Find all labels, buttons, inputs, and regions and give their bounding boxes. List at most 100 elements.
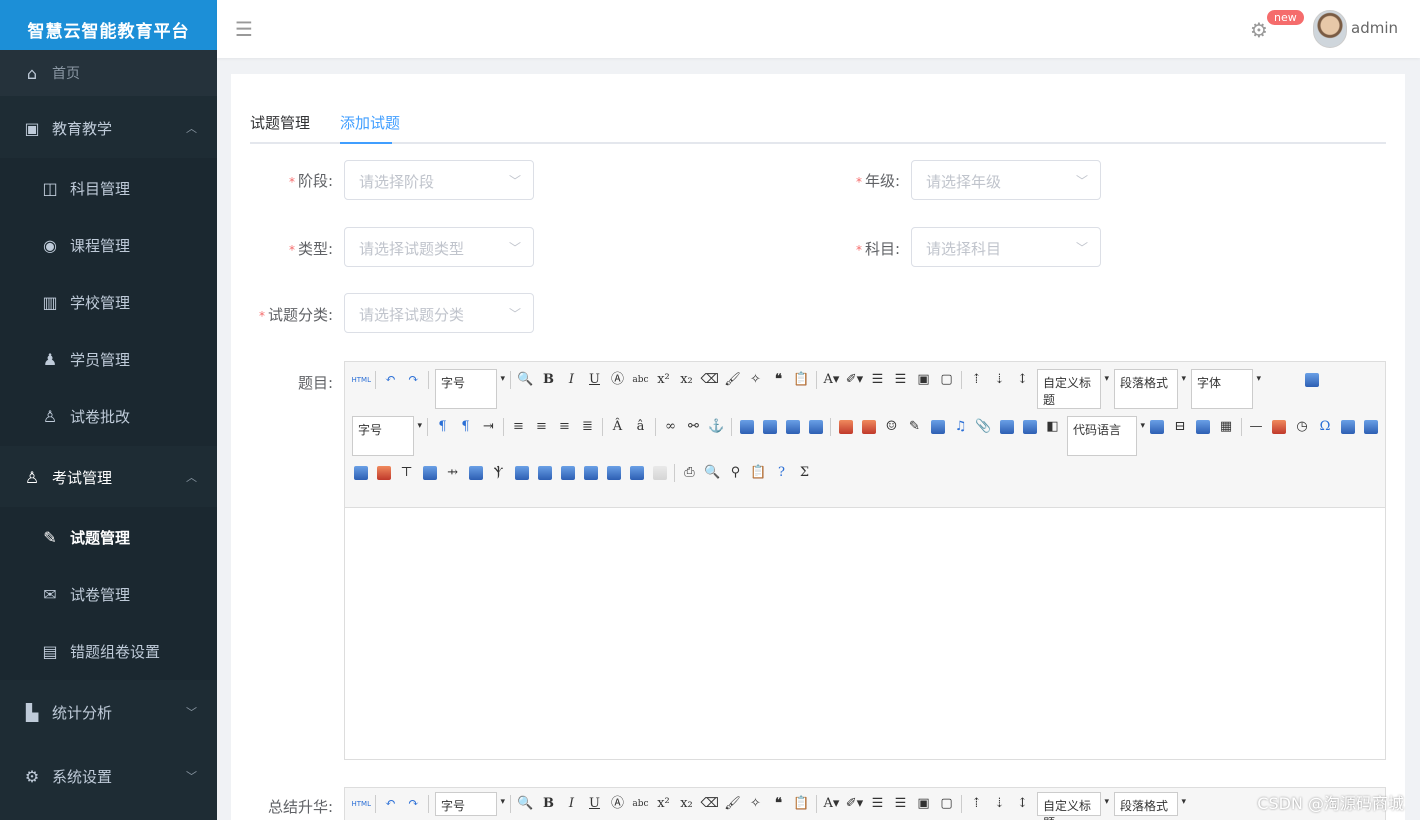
background-color-icon[interactable]: ✐▾ xyxy=(846,371,864,389)
merge-down-icon[interactable] xyxy=(560,466,575,480)
select-all-icon[interactable]: ▣ xyxy=(915,795,933,813)
fontsize-select-2[interactable]: 字号 ▾ xyxy=(352,416,422,456)
line-height-icon[interactable]: ↕ xyxy=(1014,795,1032,813)
redo-icon[interactable]: ↷ xyxy=(405,795,423,813)
image-right-icon[interactable] xyxy=(785,420,800,434)
tab-add-question[interactable]: 添加试题 xyxy=(340,112,400,133)
strikethrough-icon[interactable]: abc xyxy=(632,795,650,813)
insert-table-icon[interactable] xyxy=(353,466,368,480)
italic-icon[interactable]: I xyxy=(563,795,581,813)
grade-select[interactable]: 请选择年级 ﹀ xyxy=(911,160,1101,200)
paste-plain-icon[interactable]: 📋 xyxy=(793,795,811,813)
sidebar-item-grading[interactable]: ♙ 试卷批改 xyxy=(0,388,217,445)
insert-code-icon[interactable]: ◧ xyxy=(1044,418,1062,436)
background-icon[interactable] xyxy=(1196,420,1210,434)
font-color-icon[interactable]: A▾ xyxy=(823,795,841,813)
row-spacing-bottom-icon[interactable]: ⇣ xyxy=(991,371,1009,389)
print-icon[interactable]: ⎙ xyxy=(681,464,699,482)
font-border-icon[interactable]: Ⓐ xyxy=(609,795,627,813)
insert-video-icon[interactable] xyxy=(930,420,945,434)
insert-row-icon[interactable] xyxy=(422,466,437,480)
sidebar-group-exam[interactable]: ♙ 考试管理 ︿ xyxy=(0,447,217,507)
font-border-icon[interactable]: Ⓐ xyxy=(609,371,627,389)
category-select[interactable]: 请选择试题分类 ﹀ xyxy=(344,293,534,333)
superscript-icon[interactable]: x² xyxy=(655,371,673,389)
line-height-icon[interactable]: ↕ xyxy=(1014,371,1032,389)
eraser-icon[interactable]: ⌫ xyxy=(701,371,719,389)
sidebar-item-wrong-questions[interactable]: ▤ 错题组卷设置 xyxy=(0,623,217,680)
split-to-rows-icon[interactable] xyxy=(606,466,621,480)
tolowercase-icon[interactable]: â xyxy=(632,418,650,436)
sidebar-item-students[interactable]: ♟ 学员管理 xyxy=(0,331,217,388)
attachment-icon[interactable]: 📎 xyxy=(975,418,993,436)
strikethrough-icon[interactable]: abc xyxy=(632,371,650,389)
insert-image-icon[interactable] xyxy=(861,420,876,434)
font-family-select[interactable]: 字体 ▾ xyxy=(1191,369,1261,409)
superscript-icon[interactable]: x² xyxy=(655,795,673,813)
format-brush-icon[interactable]: 🖌 xyxy=(724,371,742,389)
custom-title-select[interactable]: 自定义标题▾ xyxy=(1037,369,1109,409)
insert-paragraph-before-table-icon[interactable]: ⊤ xyxy=(398,464,416,482)
sidebar-item-subjects[interactable]: ◫ 科目管理 xyxy=(0,160,217,217)
charts-icon[interactable] xyxy=(652,466,667,480)
question-editor-body[interactable] xyxy=(345,509,1385,759)
anchor-icon[interactable]: ⚓ xyxy=(708,418,726,436)
preview-icon[interactable]: 🔍 xyxy=(517,371,535,389)
template-icon[interactable]: ⊟ xyxy=(1171,418,1189,436)
delete-row-icon[interactable]: ⇸ xyxy=(444,464,462,482)
image-center-icon[interactable] xyxy=(808,420,823,434)
insert-frame-icon[interactable] xyxy=(1022,420,1037,434)
align-center-icon[interactable]: ≡ xyxy=(533,418,551,436)
ordered-list-icon[interactable]: ☰ xyxy=(869,795,887,813)
sidebar-item-questions[interactable]: ✎ 试题管理 xyxy=(0,509,217,566)
avatar[interactable] xyxy=(1313,10,1347,48)
underline-icon[interactable]: U xyxy=(586,795,604,813)
simple-upload-icon[interactable] xyxy=(838,420,853,434)
paragraph-select[interactable]: 段落格式 ▾ xyxy=(1114,369,1186,409)
auto-format-icon[interactable]: ✧ xyxy=(747,795,765,813)
blockquote-icon[interactable]: ❝ xyxy=(770,371,788,389)
type-select[interactable]: 请选择试题类型 ﹀ xyxy=(344,227,534,267)
edit-tip-icon[interactable] xyxy=(1364,420,1378,434)
redo-icon[interactable]: ↷ xyxy=(405,371,423,389)
unordered-list-icon[interactable]: ☰ xyxy=(892,371,910,389)
font-color-icon[interactable]: A▾ xyxy=(823,371,841,389)
bold-icon[interactable]: B xyxy=(540,795,558,813)
page-break-icon[interactable] xyxy=(1150,420,1164,434)
html-source-icon[interactable]: HTML xyxy=(352,371,371,389)
snapshot-icon[interactable]: ▦ xyxy=(1217,418,1235,436)
fontsize-select[interactable]: 字号 ▾ xyxy=(435,792,505,816)
undo-icon[interactable]: ↶ xyxy=(382,371,400,389)
horizontal-rule-icon[interactable]: — xyxy=(1247,418,1265,436)
bold-icon[interactable]: B xyxy=(540,371,558,389)
sidebar-group-education[interactable]: ▣ 教育教学 ︿ xyxy=(0,98,217,158)
sidebar-group-settings[interactable]: ⚙ 系统设置 ﹀ xyxy=(0,746,217,806)
html-source-icon[interactable]: HTML xyxy=(352,795,371,813)
sidebar-group-statistics[interactable]: ▙ 统计分析 ﹀ xyxy=(0,682,217,742)
align-right-icon[interactable]: ≡ xyxy=(556,418,574,436)
auto-format-icon[interactable]: ✧ xyxy=(747,371,765,389)
map-icon[interactable] xyxy=(999,420,1014,434)
ordered-list-icon[interactable]: ☰ xyxy=(869,371,887,389)
stage-select[interactable]: 请选择阶段 ﹀ xyxy=(344,160,534,200)
eraser-icon[interactable]: ⌫ xyxy=(701,795,719,813)
image-left-icon[interactable] xyxy=(762,420,777,434)
special-chars-icon[interactable]: Ω xyxy=(1316,418,1334,436)
touppercase-icon[interactable]: Â xyxy=(609,418,627,436)
undo-icon[interactable]: ↶ xyxy=(382,795,400,813)
fontsize-select[interactable]: 字号 ▾ xyxy=(435,369,505,409)
sidebar-item-papers[interactable]: ✉ 试卷管理 xyxy=(0,566,217,623)
format-brush-icon[interactable]: 🖌 xyxy=(724,795,742,813)
align-justify-icon[interactable]: ≣ xyxy=(579,418,597,436)
image-none-icon[interactable] xyxy=(739,420,754,434)
blockquote-icon[interactable]: ❝ xyxy=(770,795,788,813)
delete-col-icon[interactable]: Ⲯ xyxy=(490,464,508,482)
paragraph-select[interactable]: 段落格式 ▾ xyxy=(1114,792,1186,816)
fullscreen-icon[interactable] xyxy=(1304,373,1319,387)
username[interactable]: admin xyxy=(1351,19,1398,37)
subscript-icon[interactable]: x₂ xyxy=(678,795,696,813)
delete-table-icon[interactable] xyxy=(376,466,391,480)
subject-select[interactable]: 请选择科目 ﹀ xyxy=(911,227,1101,267)
emotion-icon[interactable]: ☺ xyxy=(883,418,901,436)
search-replace-icon[interactable]: ⚲ xyxy=(727,464,745,482)
